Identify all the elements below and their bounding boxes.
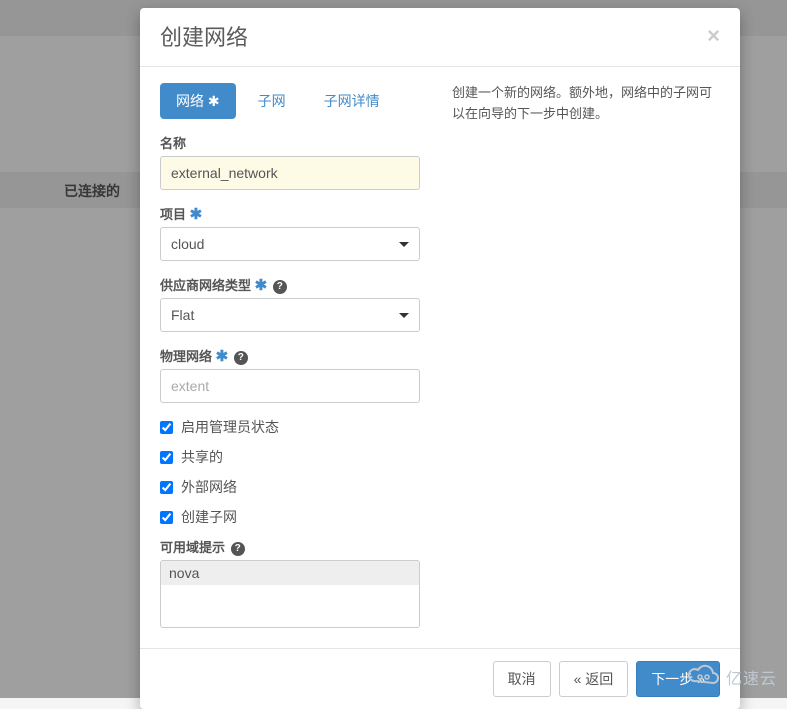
help-icon[interactable]: ? xyxy=(234,351,248,365)
required-star-icon: ✱ xyxy=(255,277,268,294)
cancel-button[interactable]: 取消 xyxy=(493,661,551,697)
chevron-down-icon xyxy=(399,242,409,247)
project-select-value: cloud xyxy=(171,236,204,252)
project-select[interactable]: cloud xyxy=(160,227,420,261)
az-option[interactable]: nova xyxy=(161,561,419,585)
create-subnet-label: 创建子网 xyxy=(181,507,237,527)
chevron-down-icon xyxy=(399,313,409,318)
watermark: 亿速云 xyxy=(686,663,777,690)
help-icon[interactable]: ? xyxy=(273,280,287,294)
tab-subnet[interactable]: 子网 xyxy=(242,83,302,119)
admin-state-label: 启用管理员状态 xyxy=(181,417,279,437)
project-label: 项目 ✱ xyxy=(160,204,420,223)
az-hint-label-text: 可用域提示 xyxy=(160,540,225,555)
tab-network[interactable]: 网络 ✱ xyxy=(160,83,236,119)
cloud-icon xyxy=(686,663,720,690)
create-subnet-checkbox[interactable] xyxy=(160,511,173,524)
create-network-modal: 创建网络 × 网络 ✱ 子网 子网详情 名称 项目 ✱ xyxy=(140,8,740,709)
required-star-icon: ✱ xyxy=(190,206,203,223)
name-input[interactable] xyxy=(160,156,420,190)
close-icon[interactable]: × xyxy=(707,23,720,49)
provider-type-select[interactable]: Flat xyxy=(160,298,420,332)
modal-title: 创建网络 xyxy=(160,20,248,52)
tab-network-label: 网络 xyxy=(176,93,204,109)
back-button[interactable]: « 返回 xyxy=(559,661,629,697)
external-checkbox[interactable] xyxy=(160,481,173,494)
phys-net-input[interactable] xyxy=(160,369,420,403)
help-icon[interactable]: ? xyxy=(231,542,245,556)
tab-bar: 网络 ✱ 子网 子网详情 xyxy=(160,83,420,119)
provider-type-value: Flat xyxy=(171,307,194,323)
provider-type-label: 供应商网络类型 ✱ ? xyxy=(160,275,420,294)
az-hint-listbox[interactable]: nova xyxy=(160,560,420,628)
project-label-text: 项目 xyxy=(160,207,186,222)
shared-checkbox[interactable] xyxy=(160,451,173,464)
provider-type-label-text: 供应商网络类型 xyxy=(160,278,251,293)
modal-description: 创建一个新的网络。额外地，网络中的子网可以在向导的下一步中创建。 xyxy=(452,83,720,642)
required-star-icon: ✱ xyxy=(216,348,229,365)
admin-state-checkbox[interactable] xyxy=(160,421,173,434)
phys-net-label-text: 物理网络 xyxy=(160,349,212,364)
az-hint-label: 可用域提示 ? xyxy=(160,537,420,556)
tab-subnet-detail[interactable]: 子网详情 xyxy=(308,83,396,119)
external-label: 外部网络 xyxy=(181,477,237,497)
phys-net-label: 物理网络 ✱ ? xyxy=(160,346,420,365)
name-label: 名称 xyxy=(160,133,420,152)
shared-label: 共享的 xyxy=(181,447,223,467)
watermark-text: 亿速云 xyxy=(726,665,777,689)
required-star-icon: ✱ xyxy=(208,93,220,109)
